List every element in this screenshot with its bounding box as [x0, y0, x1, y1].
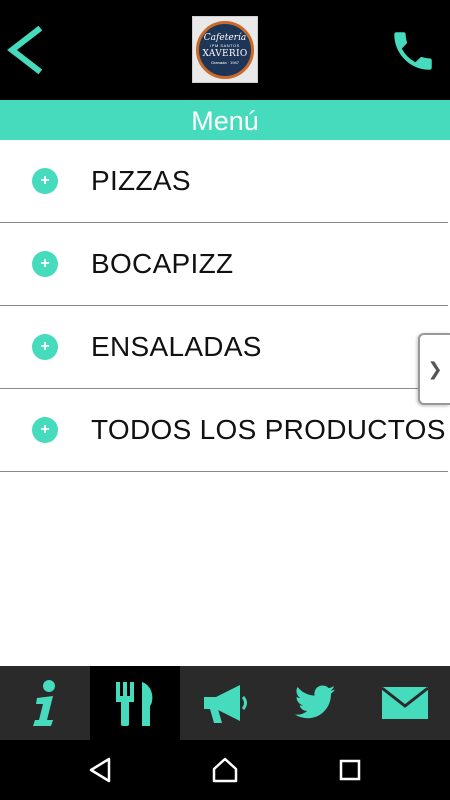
- system-recents-button[interactable]: [335, 755, 365, 785]
- back-triangle-icon: [89, 757, 111, 783]
- menu-list: + PIZZAS + BOCAPIZZ + ENSALADAS + TODOS …: [0, 140, 450, 666]
- twitter-icon: [294, 685, 336, 719]
- plus-icon: +: [32, 417, 58, 443]
- menu-item-label: PIZZAS: [91, 165, 191, 196]
- recents-icon: [339, 759, 361, 781]
- info-icon: [33, 680, 55, 726]
- tab-menu[interactable]: [90, 666, 180, 740]
- logo-line-1: Cafetería: [203, 33, 247, 43]
- menu-item-pizzas[interactable]: + PIZZAS: [0, 140, 448, 223]
- call-button[interactable]: [388, 26, 438, 76]
- tab-info[interactable]: [0, 666, 90, 740]
- bottom-tab-bar: [0, 666, 450, 740]
- logo-line-3: XAVERIO: [202, 49, 248, 59]
- chevron-left-icon: [7, 25, 43, 75]
- back-button[interactable]: [4, 20, 48, 80]
- logo-line-4: Granada · 1947: [210, 60, 240, 65]
- menu-item-bocapizz[interactable]: + BOCAPIZZ: [0, 223, 448, 306]
- tab-announcements[interactable]: [180, 666, 270, 740]
- plus-icon: +: [32, 334, 58, 360]
- page-title: Menú: [0, 100, 450, 140]
- menu-item-ensaladas[interactable]: + ENSALADAS: [0, 306, 448, 389]
- cafeteria-logo: Cafetería IPM SANTOS XAVERIO Granada · 1…: [192, 16, 258, 83]
- fork-knife-icon: [116, 682, 153, 726]
- tab-twitter[interactable]: [270, 666, 360, 740]
- side-drawer-handle[interactable]: ❯: [418, 333, 450, 405]
- home-icon: [212, 757, 238, 783]
- app-header: Cafetería IPM SANTOS XAVERIO Granada · 1…: [0, 0, 450, 100]
- megaphone-icon: [204, 685, 247, 723]
- menu-item-label: TODOS LOS PRODUCTOS: [91, 414, 446, 445]
- menu-item-todos-los-productos[interactable]: + TODOS LOS PRODUCTOS: [0, 389, 448, 472]
- system-back-button[interactable]: [85, 755, 115, 785]
- phone-icon: [394, 32, 432, 70]
- system-nav-bar: [0, 740, 450, 800]
- system-home-button[interactable]: [210, 755, 240, 785]
- tab-email[interactable]: [360, 666, 450, 740]
- logo-badge: Cafetería IPM SANTOS XAVERIO Granada · 1…: [196, 20, 254, 79]
- plus-icon: +: [32, 251, 58, 277]
- plus-icon: +: [32, 168, 58, 194]
- menu-item-label: ENSALADAS: [91, 331, 262, 362]
- menu-item-label: BOCAPIZZ: [91, 248, 234, 279]
- mail-icon: [381, 686, 429, 719]
